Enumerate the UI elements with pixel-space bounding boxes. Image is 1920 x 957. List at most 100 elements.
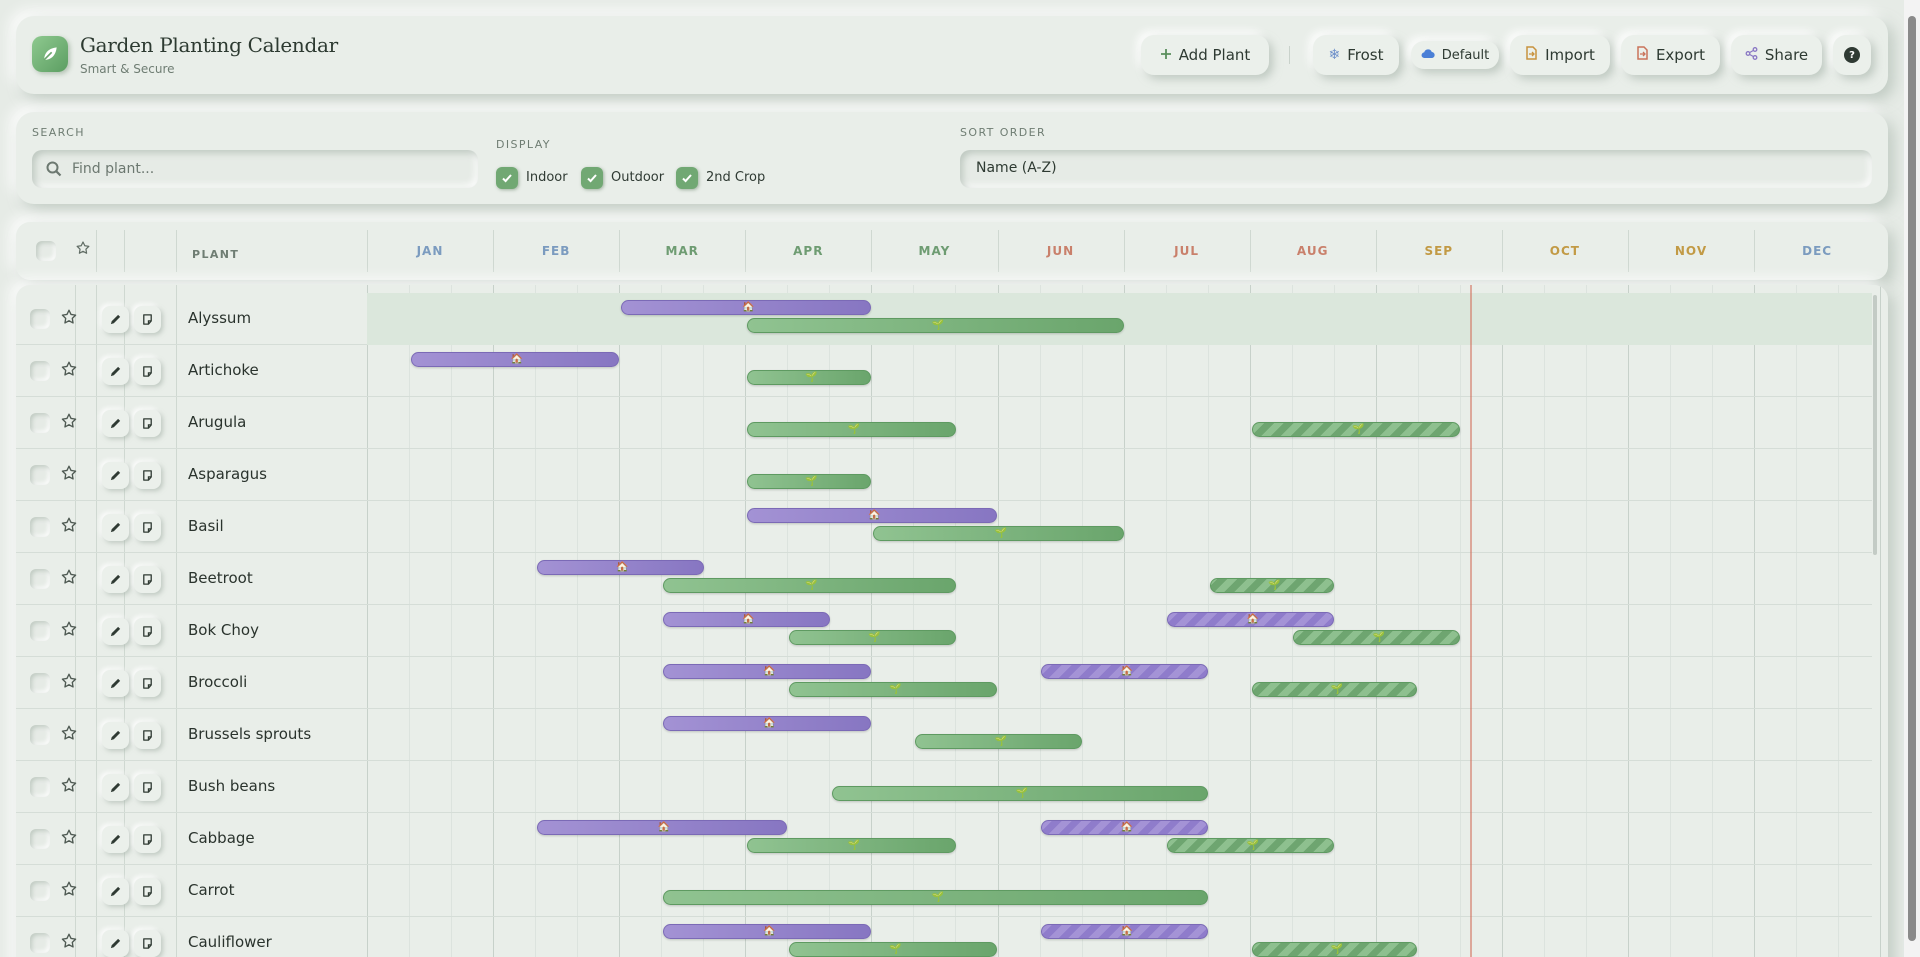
note-icon[interactable] bbox=[134, 358, 161, 385]
indoor-sowing-bar[interactable]: 🏠 bbox=[1041, 820, 1209, 835]
note-icon[interactable] bbox=[134, 462, 161, 489]
favorite-star-icon[interactable] bbox=[60, 464, 78, 486]
note-icon[interactable] bbox=[134, 878, 161, 905]
page-scrollbar[interactable] bbox=[1904, 0, 1920, 957]
plant-name[interactable]: Bush beans bbox=[188, 777, 275, 795]
indoor-sowing-bar[interactable]: 🏠 bbox=[662, 612, 830, 627]
edit-pencil-icon[interactable] bbox=[102, 618, 129, 645]
indoor-sowing-bar[interactable]: 🏠 bbox=[1167, 612, 1335, 627]
edit-pencil-icon[interactable] bbox=[102, 670, 129, 697]
outdoor-planting-bar[interactable]: 🌱 bbox=[1251, 682, 1418, 697]
edit-pencil-icon[interactable] bbox=[102, 410, 129, 437]
indoor-sowing-bar[interactable]: 🏠 bbox=[536, 560, 704, 575]
edit-pencil-icon[interactable] bbox=[102, 358, 129, 385]
edit-pencil-icon[interactable] bbox=[102, 930, 129, 957]
note-icon[interactable] bbox=[134, 410, 161, 437]
row-checkbox[interactable] bbox=[30, 673, 50, 693]
plant-row[interactable]: 🌱 Carrot bbox=[16, 865, 1872, 917]
outdoor-planting-bar[interactable]: 🌱 bbox=[1167, 838, 1335, 853]
plant-row[interactable]: 🌱 Bush beans bbox=[16, 761, 1872, 813]
plant-row[interactable]: 🏠 🌱 Basil bbox=[16, 501, 1872, 553]
outdoor-planting-bar[interactable]: 🌱 bbox=[662, 578, 956, 593]
plant-name[interactable]: Alyssum bbox=[188, 309, 251, 327]
outdoor-planting-bar[interactable]: 🌱 bbox=[747, 474, 872, 489]
indoor-checkbox[interactable] bbox=[496, 167, 518, 189]
row-checkbox[interactable] bbox=[30, 777, 50, 797]
favorite-star-icon[interactable] bbox=[60, 360, 78, 382]
favorite-star-icon[interactable] bbox=[60, 776, 78, 798]
share-button[interactable]: Share bbox=[1731, 35, 1822, 75]
note-icon[interactable] bbox=[134, 514, 161, 541]
note-icon[interactable] bbox=[134, 774, 161, 801]
row-checkbox[interactable] bbox=[30, 361, 50, 381]
plant-name[interactable]: Brussels sprouts bbox=[188, 725, 311, 743]
note-icon[interactable] bbox=[134, 722, 161, 749]
favorite-star-icon[interactable] bbox=[60, 620, 78, 642]
plant-row[interactable]: 🏠 🌱 🏠 🌱 Cabbage bbox=[16, 813, 1872, 865]
plant-name[interactable]: Arugula bbox=[188, 413, 246, 431]
indoor-sowing-bar[interactable]: 🏠 bbox=[662, 716, 872, 731]
star-header-icon[interactable] bbox=[75, 240, 91, 260]
note-icon[interactable] bbox=[134, 566, 161, 593]
outdoor-checkbox[interactable] bbox=[581, 167, 603, 189]
indoor-sowing-bar[interactable]: 🏠 bbox=[536, 820, 787, 835]
outdoor-planting-bar[interactable]: 🌱 bbox=[1293, 630, 1461, 645]
favorite-star-icon[interactable] bbox=[60, 568, 78, 590]
edit-pencil-icon[interactable] bbox=[102, 826, 129, 853]
plant-row[interactable]: 🌱 🌱 Arugula bbox=[16, 397, 1872, 449]
row-checkbox[interactable] bbox=[30, 829, 50, 849]
outdoor-planting-bar[interactable]: 🌱 bbox=[873, 526, 1124, 541]
plant-row[interactable]: 🏠 🌱 Artichoke bbox=[16, 345, 1872, 397]
outdoor-planting-bar[interactable]: 🌱 bbox=[831, 786, 1209, 801]
page-scroll-thumb[interactable] bbox=[1908, 16, 1916, 941]
select-all-checkbox[interactable] bbox=[36, 241, 56, 261]
outdoor-planting-bar[interactable]: 🌱 bbox=[915, 734, 1082, 749]
indoor-sowing-bar[interactable]: 🏠 bbox=[662, 664, 872, 679]
row-checkbox[interactable] bbox=[30, 569, 50, 589]
outdoor-planting-bar[interactable]: 🌱 bbox=[788, 942, 998, 957]
edit-pencil-icon[interactable] bbox=[102, 566, 129, 593]
indoor-sowing-bar[interactable]: 🏠 bbox=[747, 508, 998, 523]
outdoor-planting-bar[interactable]: 🌱 bbox=[747, 422, 956, 437]
plant-name[interactable]: Carrot bbox=[188, 881, 234, 899]
row-checkbox[interactable] bbox=[30, 621, 50, 641]
outdoor-planting-bar[interactable]: 🌱 bbox=[1210, 578, 1335, 593]
plant-row[interactable]: 🏠 🌱 Brussels sprouts bbox=[16, 709, 1872, 761]
outdoor-planting-bar[interactable]: 🌱 bbox=[788, 682, 998, 697]
plant-name[interactable]: Cabbage bbox=[188, 829, 255, 847]
edit-pencil-icon[interactable] bbox=[102, 774, 129, 801]
favorite-star-icon[interactable] bbox=[60, 412, 78, 434]
plant-row[interactable]: 🏠 🌱 🏠 🌱 Bok Choy bbox=[16, 605, 1872, 657]
profile-button[interactable]: Default bbox=[1411, 41, 1499, 69]
outdoor-planting-bar[interactable]: 🌱 bbox=[747, 318, 1124, 333]
plant-name[interactable]: Basil bbox=[188, 517, 224, 535]
plant-row[interactable]: 🏠 🌱 🏠 🌱 Broccoli bbox=[16, 657, 1872, 709]
note-icon[interactable] bbox=[134, 826, 161, 853]
plant-row[interactable]: 🏠 🌱 🌱 Beetroot bbox=[16, 553, 1872, 605]
plant-name[interactable]: Bok Choy bbox=[188, 621, 259, 639]
indoor-sowing-bar[interactable]: 🏠 bbox=[621, 300, 872, 315]
indoor-sowing-bar[interactable]: 🏠 bbox=[1041, 664, 1209, 679]
outdoor-planting-bar[interactable]: 🌱 bbox=[788, 630, 956, 645]
help-button[interactable]: ? bbox=[1833, 35, 1871, 75]
note-icon[interactable] bbox=[134, 618, 161, 645]
note-icon[interactable] bbox=[134, 930, 161, 957]
indoor-sowing-bar[interactable]: 🏠 bbox=[410, 352, 620, 367]
outdoor-planting-bar[interactable]: 🌱 bbox=[747, 370, 872, 385]
plant-row[interactable]: 🏠 🌱 🏠 🌱 Cauliflower bbox=[16, 917, 1872, 957]
import-button[interactable]: Import bbox=[1510, 35, 1610, 75]
edit-pencil-icon[interactable] bbox=[102, 306, 129, 333]
favorite-star-icon[interactable] bbox=[60, 724, 78, 746]
plant-name[interactable]: Artichoke bbox=[188, 361, 259, 379]
favorite-star-icon[interactable] bbox=[60, 828, 78, 850]
outdoor-planting-bar[interactable]: 🌱 bbox=[1251, 942, 1418, 957]
note-icon[interactable] bbox=[134, 670, 161, 697]
favorite-star-icon[interactable] bbox=[60, 308, 78, 330]
edit-pencil-icon[interactable] bbox=[102, 878, 129, 905]
favorite-star-icon[interactable] bbox=[60, 672, 78, 694]
indoor-sowing-bar[interactable]: 🏠 bbox=[662, 924, 872, 939]
frost-button[interactable]: ❄ Frost bbox=[1313, 35, 1399, 75]
row-checkbox[interactable] bbox=[30, 881, 50, 901]
row-checkbox[interactable] bbox=[30, 413, 50, 433]
sort-select[interactable]: Name (A-Z) bbox=[960, 150, 1872, 188]
